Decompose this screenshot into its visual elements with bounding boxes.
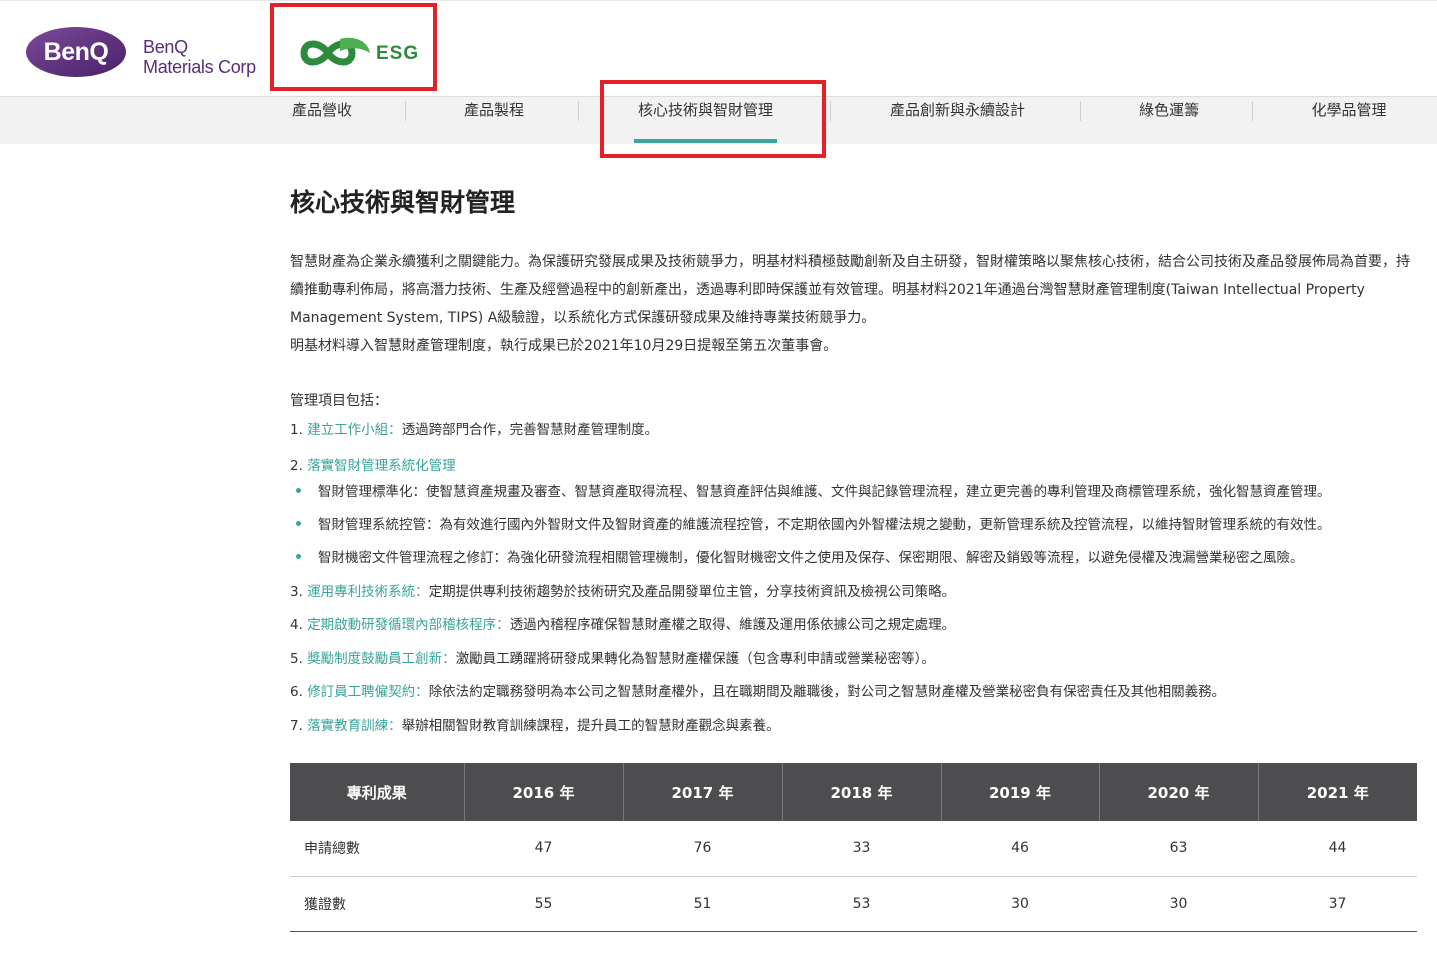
patent-results-table: 專利成果 2016 年 2017 年 2018 年 2019 年 2020 年 … — [290, 763, 1417, 932]
table-cell: 55 — [464, 876, 623, 932]
bullet-dot-icon — [296, 488, 301, 493]
table-cell: 46 — [941, 821, 1099, 877]
bullet-dot-icon — [296, 554, 301, 559]
list-item: 5. 獎勵制度鼓勵員工創新：激勵員工踴躍將研發成果轉化為智慧財產權保護（包含專利… — [290, 647, 935, 667]
list-item: 4. 定期啟動研發循環內部稽核程序：透過內稽程序確保智慧財產權之取得、維護及運用… — [290, 613, 955, 633]
list-number: 1. — [290, 422, 303, 438]
infinity-leaf-icon — [300, 37, 370, 66]
benq-logo-icon[interactable]: BenQ — [25, 26, 127, 78]
table-header-cell: 2021 年 — [1258, 763, 1417, 821]
page-title: 核心技術與智財管理 — [290, 188, 516, 217]
nav-divider — [830, 101, 831, 121]
nav-divider — [405, 101, 406, 121]
table-cell: 53 — [782, 876, 941, 932]
table-cell: 30 — [1099, 876, 1258, 932]
intro-text: 智慧財產為企業永續獲利之關鍵能力。為保護研究發展成果及技術競爭力，明基材料積極鼓… — [290, 248, 1420, 360]
list-item-desc: 除依法約定職務發明為本公司之智慧財產權外，且在職期間及離職後，對公司之智慧財產權… — [428, 684, 1226, 700]
nav-tab-product-process[interactable]: 產品製程 — [462, 97, 526, 145]
nav-tab-green-logistics[interactable]: 綠色運籌 — [1137, 97, 1201, 145]
sub-list-item: 智財機密文件管理流程之修訂：為強化研發流程相關管理機制，優化智財機密文件之使用及… — [318, 550, 1304, 566]
sub-list-item: 智財管理系統控管：為有效進行國內外智財文件及智財資產的維護流程控管，不定期依國內… — [318, 517, 1331, 533]
table-header-cell: 2020 年 — [1099, 763, 1259, 821]
table-header-cell: 2018 年 — [782, 763, 942, 821]
table-cell: 30 — [941, 876, 1099, 932]
table-cell: 44 — [1258, 821, 1417, 877]
sub-list-item: 智財管理標準化：使智慧資產規畫及審查、智慧資產取得流程、智慧資產評估與維護、文件… — [318, 484, 1331, 500]
table-cell: 76 — [623, 821, 782, 877]
list-number: 3. — [290, 584, 303, 600]
company-name: BenQ Materials Corp — [143, 37, 256, 77]
nav-divider — [1252, 101, 1253, 121]
svg-text:BenQ: BenQ — [44, 38, 109, 66]
list-number: 5. — [290, 651, 303, 667]
list-item-title: 獎勵制度鼓勵員工創新： — [307, 651, 456, 667]
intro-paragraph: 智慧財產為企業永續獲利之關鍵能力。為保護研究發展成果及技術競爭力，明基材料積極鼓… — [290, 254, 1410, 326]
table-cell: 33 — [782, 821, 941, 877]
company-name-line1: BenQ — [143, 37, 188, 57]
list-item-title: 落實教育訓練： — [307, 718, 402, 734]
list-item-title: 落實智財管理系統化管理 — [307, 458, 456, 474]
list-item-title: 定期啟動研發循環內部稽核程序： — [307, 617, 510, 633]
table-cell: 37 — [1258, 876, 1417, 932]
list-number: 2. — [290, 458, 303, 474]
table-row: 獲證數 55 51 53 30 30 37 — [290, 876, 1417, 932]
table-row-label: 申請總數 — [290, 821, 464, 877]
company-name-line2: Materials Corp — [143, 57, 256, 77]
list-item-title: 修訂員工聘僱契約： — [307, 684, 429, 700]
nav-divider — [578, 101, 579, 121]
management-heading: 管理項目包括： — [290, 393, 388, 409]
list-number: 4. — [290, 617, 303, 633]
bullet-dot-icon — [296, 521, 301, 526]
intro-paragraph: 明基材料導入智慧財產管理制度，執行成果已於2021年10月29日提報至第五次董事… — [290, 338, 838, 354]
esg-label: ESG — [376, 43, 420, 64]
table-cell: 51 — [623, 876, 782, 932]
list-item-desc: 舉辦相關智財教育訓練課程，提升員工的智慧財產觀念與素養。 — [401, 718, 780, 734]
active-tab-highlight — [600, 80, 826, 158]
list-item-title: 建立工作小組： — [307, 422, 402, 438]
nav-divider — [1080, 101, 1081, 121]
list-number: 6. — [290, 684, 303, 700]
list-item: 3. 運用專利技術系統：定期提供專利技術趨勢於技術研究及產品開發單位主管，分享技… — [290, 580, 955, 600]
nav-tab-innovation-design[interactable]: 產品創新與永續設計 — [886, 97, 1029, 145]
table-row-label: 獲證數 — [290, 876, 464, 932]
table-header-cell: 2017 年 — [623, 763, 783, 821]
nav-tab-chemical-management[interactable]: 化學品管理 — [1309, 97, 1389, 145]
table-cell: 47 — [464, 821, 623, 877]
list-item: 7. 落實教育訓練：舉辦相關智財教育訓練課程，提升員工的智慧財產觀念與素養。 — [290, 714, 780, 734]
table-row: 申請總數 47 76 33 46 63 44 — [290, 821, 1417, 877]
list-item: 6. 修訂員工聘僱契約：除依法約定職務發明為本公司之智慧財產權外，且在職期間及離… — [290, 680, 1225, 700]
nav-tab-product-revenue[interactable]: 產品營收 — [290, 97, 354, 145]
list-item-desc: 定期提供專利技術趨勢於技術研究及產品開發單位主管，分享技術資訊及檢視公司策略。 — [428, 584, 956, 600]
list-item-desc: 透過跨部門合作，完善智慧財產管理制度。 — [401, 422, 659, 438]
list-item: 1. 建立工作小組：透過跨部門合作，完善智慧財產管理制度。 — [290, 418, 658, 438]
list-item-desc: 透過內稽程序確保智慧財產權之取得、維護及運用係依據公司之規定處理。 — [509, 617, 956, 633]
table-header-cell: 2016 年 — [464, 763, 624, 821]
list-item-desc: 激勵員工踴躍將研發成果轉化為智慧財產權保護（包含專利申請或營業秘密等）。 — [455, 651, 935, 667]
table-header-cell: 2019 年 — [941, 763, 1100, 821]
esg-logo-highlight[interactable]: ESG — [270, 3, 437, 91]
table-cell: 63 — [1099, 821, 1258, 877]
list-number: 7. — [290, 718, 303, 734]
list-item: 2. 落實智財管理系統化管理 — [290, 454, 456, 474]
list-item-title: 運用專利技術系統： — [307, 584, 429, 600]
table-header-cell: 專利成果 — [290, 763, 465, 821]
table-header-row: 專利成果 2016 年 2017 年 2018 年 2019 年 2020 年 … — [290, 763, 1417, 821]
